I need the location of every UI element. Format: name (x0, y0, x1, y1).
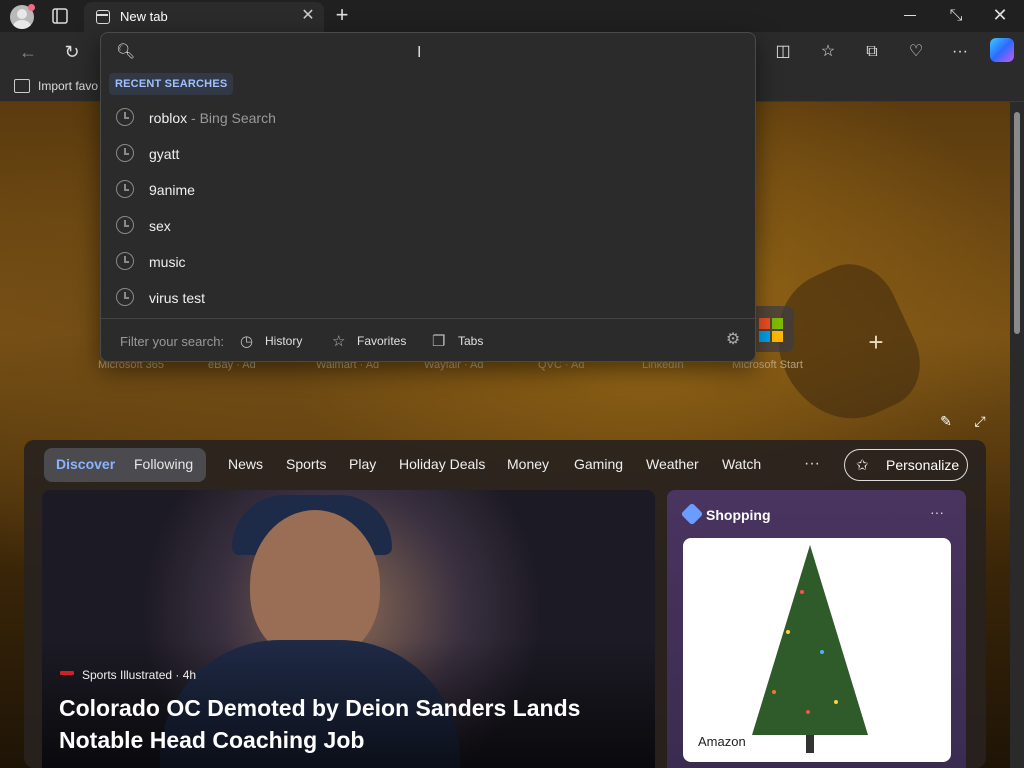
recent-search-text: sex (149, 218, 171, 234)
collections-icon[interactable]: ⧉ (860, 40, 884, 64)
recent-search-item[interactable] (101, 135, 755, 171)
tree-light (786, 630, 790, 634)
history-icon (116, 144, 134, 162)
recent-search-text: roblox - Bing Search (149, 110, 276, 126)
tree-light (820, 650, 824, 654)
new-tab-page-icon (96, 10, 110, 24)
recent-searches-header: RECENT SEARCHES (109, 73, 234, 95)
import-favorites-icon (14, 79, 30, 93)
story-headline[interactable]: Colorado OC Demoted by Deion Sanders Lan… (59, 692, 619, 756)
shopping-more-button[interactable]: ··· (926, 504, 948, 524)
scrollbar-thumb[interactable] (1014, 112, 1020, 334)
tab-play[interactable]: Play (349, 456, 376, 472)
filter-favorites-label: Favorites (357, 334, 407, 348)
browser-essentials-icon[interactable]: ♡ (904, 40, 928, 64)
story-source: Sports Illustrated · 4h (82, 668, 197, 682)
recent-search-item[interactable] (101, 171, 755, 207)
import-favorites-link[interactable]: Import favo (38, 79, 98, 93)
personalize-icon: ✩ (856, 457, 869, 474)
recent-search-text: music (149, 254, 186, 270)
history-icon (116, 288, 134, 306)
tree-light (800, 590, 804, 594)
recent-search-text: gyatt (149, 146, 180, 162)
tab-following[interactable]: Following (134, 456, 193, 472)
hero-image-face (250, 510, 380, 660)
edit-background-icon[interactable]: ✎ (937, 412, 955, 430)
product-merchant: Amazon (698, 734, 746, 749)
tab-holiday-deals[interactable]: Holiday Deals (399, 456, 485, 472)
gear-icon[interactable]: ⚙ (723, 330, 743, 350)
tree-light (834, 700, 838, 704)
address-bar-input[interactable] (146, 38, 736, 64)
tab-close-icon[interactable]: ✕ (298, 6, 318, 26)
search-icon: 🔍︎ (116, 43, 136, 60)
tab-weather[interactable]: Weather (646, 456, 699, 472)
tab-news[interactable]: News (228, 456, 263, 472)
tab-title: New tab (120, 9, 168, 24)
filter-label: Filter your search: (120, 334, 225, 349)
tab-discover[interactable]: Discover (56, 456, 115, 472)
new-tab-button[interactable]: + (330, 4, 354, 28)
recent-search-item[interactable] (101, 243, 755, 279)
restore-button[interactable]: ⤡ (944, 4, 968, 28)
back-button[interactable]: ← (16, 40, 40, 64)
tree-stand (806, 735, 814, 753)
tab-actions-icon[interactable] (48, 6, 72, 26)
filter-history-label: History (265, 334, 303, 348)
tab-gaming[interactable]: Gaming (574, 456, 623, 472)
profile-notification-dot (28, 4, 35, 11)
recent-search-text: 9anime (149, 182, 195, 198)
title-bar: New tab ✕ + ⤡ ✕ (0, 0, 1024, 32)
history-icon (116, 252, 134, 270)
tabs-icon: ❐ (432, 333, 446, 350)
star-icon: ☆ (332, 333, 346, 350)
recent-search-item[interactable] (101, 207, 755, 243)
filter-tabs-label: Tabs (458, 334, 484, 348)
close-window-button[interactable]: ✕ (988, 4, 1012, 28)
minimize-button[interactable] (898, 4, 922, 28)
dropdown-divider (101, 318, 755, 319)
source-logo-icon (60, 671, 74, 675)
add-quick-link-button[interactable]: + (864, 329, 888, 355)
history-icon (116, 108, 134, 126)
tab-watch[interactable]: Watch (722, 456, 761, 472)
fullscreen-icon[interactable]: ⤢ (971, 412, 989, 430)
favorites-icon[interactable]: ☆ (816, 40, 840, 64)
refresh-button[interactable]: ↻ (60, 40, 84, 64)
tab-money[interactable]: Money (507, 456, 549, 472)
history-icon (116, 180, 134, 198)
tree-light (806, 710, 810, 714)
tree-light (772, 690, 776, 694)
more-icon[interactable]: ··· (948, 40, 972, 64)
split-screen-icon[interactable]: ◫ (771, 40, 795, 64)
christmas-tree-image (752, 545, 868, 735)
history-icon (116, 216, 134, 234)
microsoft-logo-icon (759, 318, 783, 342)
personalize-label: Personalize (886, 457, 960, 473)
recent-search-text: virus test (149, 290, 206, 306)
shopping-title: Shopping (706, 507, 771, 523)
text-cursor-icon: I (417, 44, 422, 61)
copilot-icon[interactable] (990, 38, 1014, 62)
feed-more-button[interactable]: ··· (800, 452, 824, 476)
tab-new-tab[interactable]: New tab ✕ (84, 2, 324, 32)
history-icon: ◷ (240, 333, 254, 350)
tab-sports[interactable]: Sports (286, 456, 326, 472)
